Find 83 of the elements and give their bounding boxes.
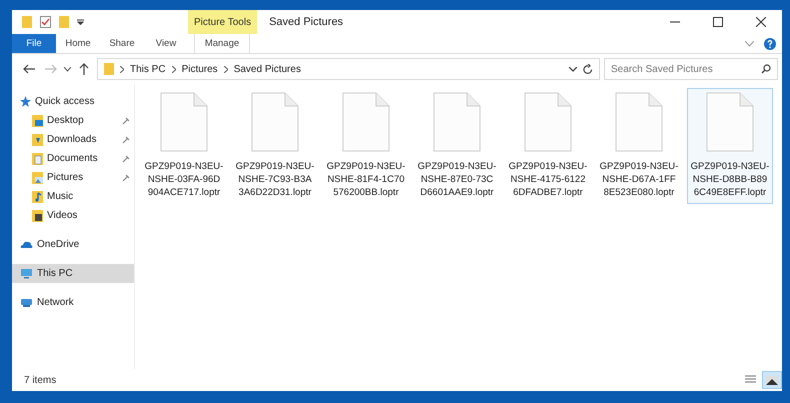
sidebar-item-label: Music <box>47 191 74 202</box>
back-arrow-icon[interactable] <box>23 64 35 74</box>
blank-file-icon <box>251 92 299 152</box>
item-count: 7 items <box>24 374 56 386</box>
help-icon[interactable] <box>764 38 776 50</box>
sidebar-item-label: Network <box>37 297 75 308</box>
search-field[interactable]: Search Saved Pictures <box>604 58 778 80</box>
sidebar-item-label: Downloads <box>47 134 98 145</box>
details-list-icon <box>744 375 756 385</box>
file-name: GPZ9P019-N3EU- NSHE-4175-6122 6DFADBE7.loptr <box>508 160 588 199</box>
sidebar-item-label: This PC <box>37 268 74 279</box>
ribbon-tab[interactable]: View <box>144 34 188 53</box>
breadcrumb[interactable]: This PC <box>130 64 166 74</box>
up-arrow-icon[interactable] <box>79 63 89 75</box>
search-icon <box>761 64 771 74</box>
address-bar[interactable]: This PC Pictures Saved Pictures <box>97 58 600 80</box>
breadcrumb[interactable]: Pictures <box>182 64 218 74</box>
blank-file-icon <box>615 92 663 152</box>
folder-icon <box>104 63 114 75</box>
videos-folder-icon <box>32 210 43 222</box>
file-item[interactable]: GPZ9P019-N3EU- NSHE-D8BB-B89 6C49E8EFF.loptr <box>687 88 773 204</box>
new-folder-icon <box>59 16 69 28</box>
file-name: GPZ9P019-N3EU- NSHE-D8BB-B89 6C49E8EFF.loptr <box>690 160 770 199</box>
sidebar-item-label: Quick access <box>35 96 96 107</box>
sidebar-item[interactable]: Network <box>12 293 134 312</box>
file-item[interactable]: GPZ9P019-N3EU- NSHE-81F4-1C70 576200BB.loptr <box>323 88 409 204</box>
desktop-folder-icon <box>32 114 43 126</box>
blank-file-icon <box>160 92 208 152</box>
properties-icon[interactable] <box>40 16 51 28</box>
sidebar-item[interactable]: Downloads <box>12 130 134 149</box>
sidebar-item-label: Desktop <box>47 115 85 126</box>
file-item[interactable]: GPZ9P019-N3EU- NSHE-7C93-B3A 3A6D22D31.loptr <box>232 88 318 204</box>
downloads-folder-icon <box>32 134 43 146</box>
large-icons-icon <box>766 376 778 384</box>
file-item[interactable]: GPZ9P019-N3EU- NSHE-03FA-96D 904ACE717.loptr <box>141 88 227 204</box>
file-name: GPZ9P019-N3EU- NSHE-03FA-96D 904ACE717.loptr <box>144 160 224 199</box>
sidebar-item[interactable]: This PC <box>12 264 134 283</box>
sidebar-item-label: Documents <box>47 153 99 164</box>
file-item[interactable]: GPZ9P019-N3EU- NSHE-87E0-73C D6601AAE9.loptr <box>414 88 500 204</box>
window-title: Saved Pictures <box>268 15 344 30</box>
dropdown-icon[interactable] <box>77 19 84 25</box>
chevron-right-icon <box>172 66 176 72</box>
file-name: GPZ9P019-N3EU- NSHE-D67A-1FF 8E523E080.loptr <box>600 160 678 199</box>
file-item[interactable]: GPZ9P019-N3EU- NSHE-D67A-1FF 8E523E080.loptr <box>596 88 682 204</box>
file-name: GPZ9P019-N3EU- NSHE-87E0-73C D6601AAE9.loptr <box>418 160 496 199</box>
sidebar-item[interactable]: OneDrive <box>12 235 134 254</box>
pictures-folder-icon <box>32 172 43 184</box>
blank-file-icon <box>433 92 481 152</box>
file-menu-tab[interactable]: File <box>12 34 56 53</box>
folder-icon <box>22 16 32 28</box>
file-name: GPZ9P019-N3EU- NSHE-7C93-B3A 3A6D22D31.loptr <box>236 160 314 199</box>
ribbon-tab[interactable]: Home <box>56 34 100 53</box>
sidebar-item[interactable]: Desktop <box>12 111 134 130</box>
music-folder-icon <box>32 190 43 202</box>
chevron-right-icon <box>120 66 124 72</box>
chevron-right-icon <box>224 66 228 72</box>
context-tab-header: Picture Tools <box>188 10 258 34</box>
sidebar-item[interactable]: Pictures <box>12 168 134 187</box>
sidebar-item[interactable]: Documents <box>12 149 134 168</box>
star-icon <box>20 96 31 107</box>
breadcrumb[interactable]: Saved Pictures <box>234 64 301 74</box>
network-icon <box>20 297 33 308</box>
file-item[interactable]: GPZ9P019-N3EU- NSHE-4175-6122 6DFADBE7.loptr <box>505 88 591 204</box>
refresh-icon[interactable] <box>583 64 593 74</box>
sidebar-item-label: Videos <box>47 210 78 221</box>
close-icon[interactable] <box>756 17 766 27</box>
blank-file-icon <box>706 92 754 152</box>
blank-file-icon <box>342 92 390 152</box>
view-toggle-button[interactable] <box>762 371 782 389</box>
computer-icon <box>20 268 33 279</box>
cloud-icon <box>20 240 33 249</box>
chevron-down-icon[interactable] <box>569 66 577 72</box>
maximize-icon[interactable] <box>712 17 722 27</box>
sidebar-item-label: OneDrive <box>37 239 80 250</box>
recent-dropdown-icon[interactable] <box>64 66 71 72</box>
blank-file-icon <box>524 92 572 152</box>
sidebar-item-label: Pictures <box>47 172 84 183</box>
sidebar-item[interactable]: Music <box>12 187 134 206</box>
documents-folder-icon <box>32 152 43 164</box>
sidebar-item[interactable]: Videos <box>12 206 134 225</box>
ribbon-tab[interactable]: Share <box>100 34 144 53</box>
sidebar-item[interactable]: Quick access <box>12 92 134 111</box>
file-name: GPZ9P019-N3EU- NSHE-81F4-1C70 576200BB.loptr <box>326 160 406 199</box>
